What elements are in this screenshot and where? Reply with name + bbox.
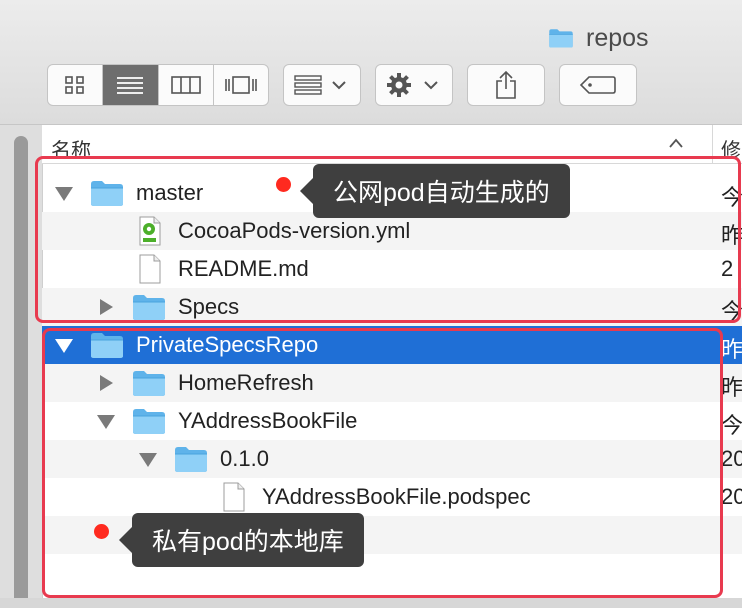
share-button[interactable] (467, 64, 545, 106)
window-title: repos (546, 22, 649, 54)
public-pod-tooltip: 公网pod自动生成的 (300, 164, 570, 218)
tooltip-arrow (300, 178, 313, 204)
sort-ascending-icon[interactable] (669, 138, 683, 148)
icon-view-button[interactable] (48, 65, 104, 105)
annotation-dot (94, 524, 109, 539)
gallery-view-button[interactable] (214, 65, 268, 105)
private-pod-tooltip: 私有pod的本地库 (119, 513, 364, 567)
sidebar-scrollbar[interactable] (14, 136, 28, 608)
gear-icon (387, 73, 438, 97)
column-view-icon (170, 76, 201, 94)
gallery-view-icon (225, 76, 257, 94)
row-date: 今 (721, 413, 742, 438)
edit-tags-button[interactable] (559, 64, 637, 106)
column-view-button[interactable] (159, 65, 214, 105)
window-bottom-edge (0, 598, 742, 608)
group-icon (294, 75, 346, 95)
group-by-button[interactable] (283, 64, 361, 106)
grid-view-icon (65, 76, 84, 94)
private-pod-tooltip-text: 私有pod的本地库 (152, 528, 344, 556)
window-title-label: repos (586, 23, 649, 52)
row-date: 20 (721, 446, 742, 471)
list-view-button[interactable] (103, 65, 159, 105)
folder-icon (546, 27, 576, 49)
window-toolbar: repos (0, 0, 742, 125)
list-view-icon (117, 77, 144, 94)
share-icon (496, 70, 516, 99)
row-date: 20 (721, 484, 742, 509)
action-menu-button[interactable] (375, 64, 453, 106)
row-date: 昨 (721, 375, 742, 400)
annotation-dot (276, 177, 291, 192)
view-mode-segmented-control[interactable] (47, 64, 269, 106)
tooltip-arrow (119, 527, 132, 553)
public-pod-tooltip-text: 公网pod自动生成的 (333, 179, 550, 207)
tag-icon (579, 76, 616, 94)
row-date: 昨 (721, 337, 742, 362)
